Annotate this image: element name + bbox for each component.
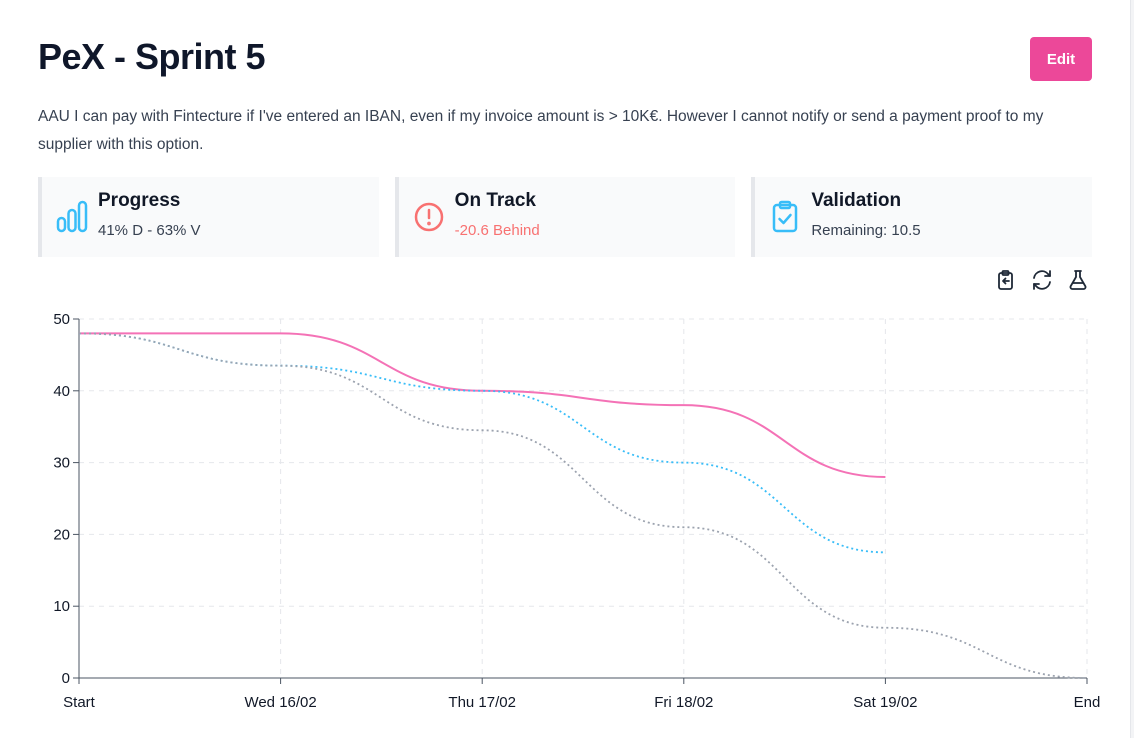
y-tick-label: 0 bbox=[62, 670, 70, 687]
refresh-icon[interactable] bbox=[1030, 268, 1054, 292]
y-tick-label: 30 bbox=[53, 455, 70, 472]
alert-circle-icon bbox=[414, 202, 443, 232]
y-tick-label: 10 bbox=[53, 598, 70, 615]
series-line-0 bbox=[78, 332, 886, 478]
y-tick-label: 20 bbox=[53, 526, 70, 543]
validation-value: Remaining: 10.5 bbox=[811, 222, 921, 239]
burndown-chart: 0 10 20 30 40 50 Start Wed 16/02 Thu 17/02 Fri 18… bbox=[53, 311, 1101, 711]
progress-title: Progress bbox=[98, 190, 181, 211]
on-track-title: On Track bbox=[454, 190, 536, 211]
progress-value: 41% D - 63% V bbox=[98, 222, 201, 239]
x-tick-label: Start bbox=[63, 694, 96, 711]
y-tick-label: 40 bbox=[53, 383, 70, 400]
y-tick-label: 50 bbox=[53, 311, 70, 328]
page-title: PeX - Sprint 5 bbox=[38, 36, 266, 77]
x-tick-label: End bbox=[1074, 694, 1101, 711]
clipboard-export-icon[interactable] bbox=[994, 268, 1018, 292]
sprint-description: AAU I can pay with Fintecture if I've en… bbox=[38, 108, 1044, 153]
x-tick-label: Fri 18/02 bbox=[654, 694, 713, 711]
validation-title: Validation bbox=[811, 190, 902, 211]
clipboard-check-icon bbox=[773, 200, 798, 233]
chart-toolbar bbox=[994, 268, 1094, 298]
flask-icon[interactable] bbox=[1066, 268, 1090, 292]
behind-value: -20.6 Behind bbox=[454, 222, 540, 239]
window-edge bbox=[1130, 0, 1134, 738]
x-tick-label: Sat 19/02 bbox=[853, 694, 917, 711]
on-track-card: On Track -20.6 Behind bbox=[394, 177, 736, 257]
stat-cards: Progress 41% D - 63% V On Track -20.6 Be… bbox=[38, 177, 1093, 257]
progress-card: Progress 41% D - 63% V bbox=[38, 177, 379, 257]
x-tick-label: Wed 16/02 bbox=[244, 694, 316, 711]
edit-button[interactable]: Edit bbox=[1030, 37, 1092, 81]
validation-card: Validation Remaining: 10.5 bbox=[751, 177, 1093, 257]
bar-chart-icon bbox=[56, 200, 88, 233]
series-line-2 bbox=[78, 332, 1088, 679]
x-tick-label: Thu 17/02 bbox=[448, 694, 516, 711]
